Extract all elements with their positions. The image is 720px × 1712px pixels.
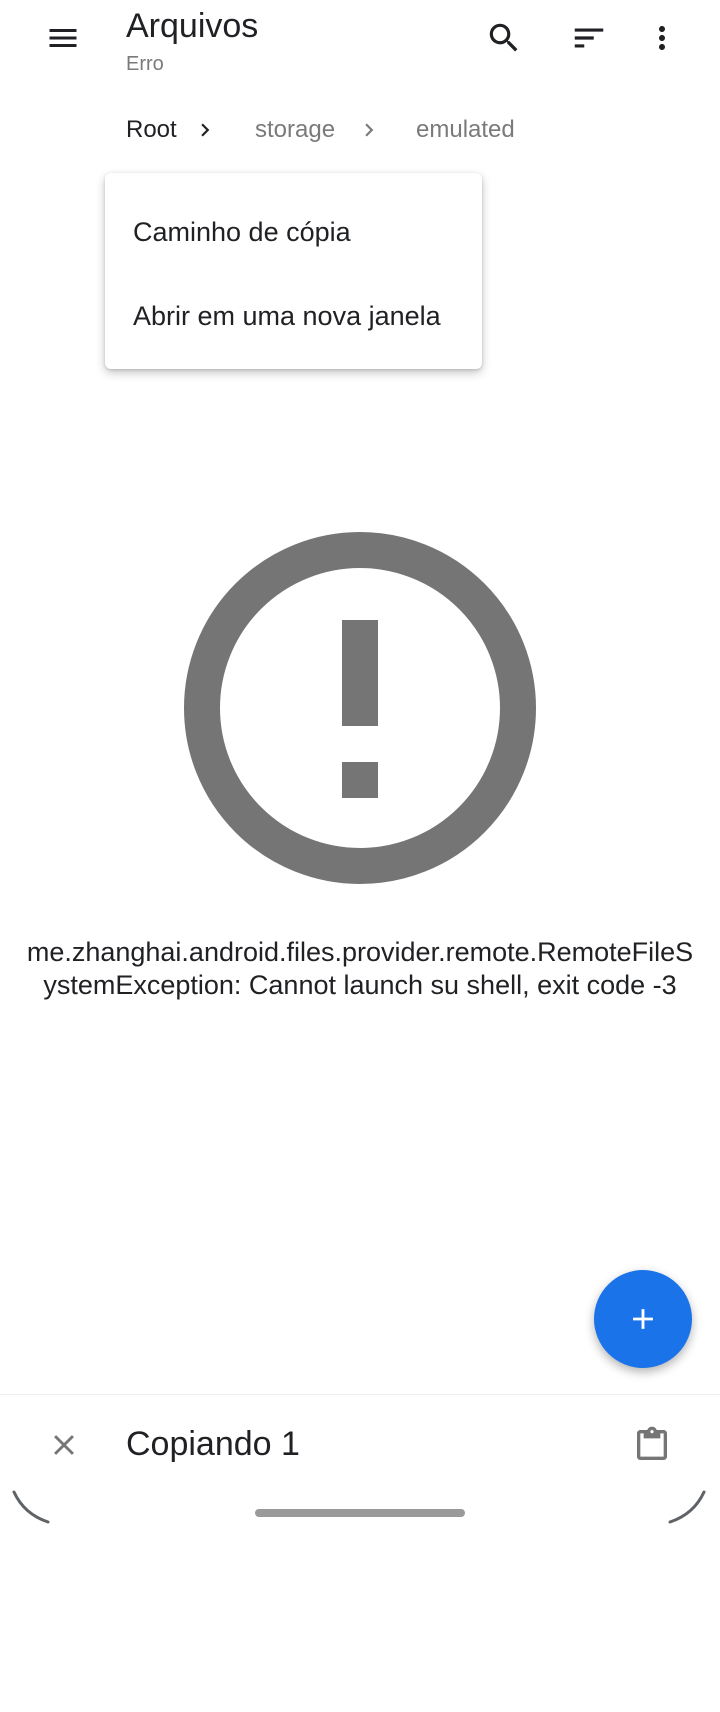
screen-corner-right (668, 1490, 706, 1524)
cancel-copy-button[interactable] (36, 1417, 92, 1473)
menu-item-copy-path[interactable]: Caminho de cópia (133, 215, 351, 249)
paste-button[interactable] (624, 1417, 680, 1473)
chevron-right-icon (365, 123, 374, 137)
clipboard-icon (637, 1426, 667, 1460)
add-icon (633, 1309, 653, 1329)
menu-item-open-new-window[interactable]: Abrir em uma nova janela (133, 299, 441, 333)
error-message: me.zhanghai.android.files.provider.remot… (26, 937, 694, 1000)
breadcrumb-root[interactable]: Root (126, 114, 177, 146)
close-icon (54, 1435, 74, 1455)
menu-button[interactable] (35, 10, 91, 66)
menu-icon (49, 29, 77, 47)
breadcrumb-context-menu: Caminho de cópia Abrir em uma nova janel… (105, 173, 482, 369)
chevron-right-icon (201, 123, 210, 137)
screen-corner-left (12, 1490, 50, 1524)
more-vert-icon (659, 26, 665, 50)
page-subtitle: Erro (126, 53, 164, 75)
error-outline-icon (184, 532, 536, 884)
copy-status-bar: Copiando 1 (0, 1394, 720, 1497)
more-options-button[interactable] (634, 10, 690, 66)
breadcrumb-emulated[interactable]: emulated (416, 114, 515, 146)
page-title: Arquivos (126, 7, 259, 45)
add-fab-button[interactable] (594, 1270, 692, 1368)
search-button[interactable] (476, 10, 532, 66)
breadcrumb-storage[interactable]: storage (255, 114, 335, 146)
search-icon (489, 23, 518, 52)
gesture-nav-handle[interactable] (255, 1509, 465, 1517)
sort-button[interactable] (561, 10, 617, 66)
breadcrumb: Root storage emulated (0, 106, 720, 156)
copy-status-title: Copiando 1 (126, 1425, 300, 1463)
app-bar: Arquivos Erro (0, 0, 720, 84)
sort-icon (574, 28, 604, 48)
